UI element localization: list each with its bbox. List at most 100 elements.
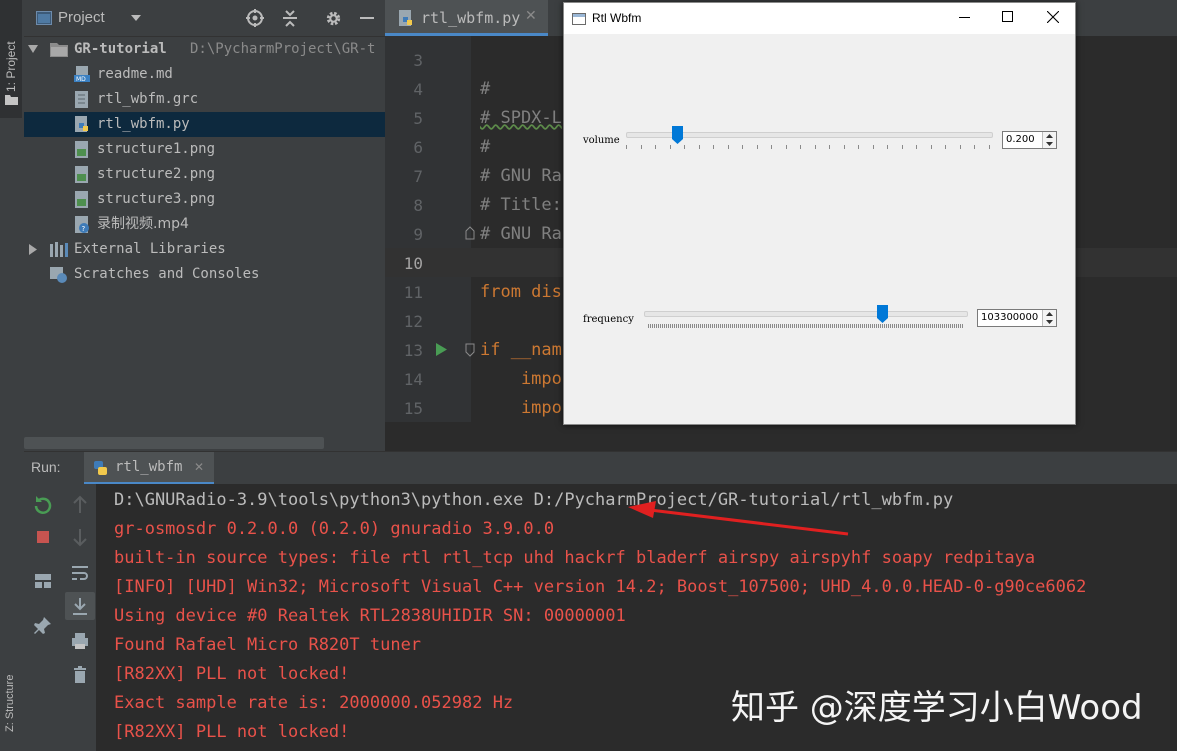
code-line: # GNU Ra	[480, 224, 562, 244]
project-tool-label: 1: Project	[4, 41, 18, 92]
print-icon[interactable]	[69, 630, 91, 652]
line-number: 15	[403, 399, 423, 418]
editor-tab[interactable]: rtl_wbfm.py ✕	[385, 0, 548, 36]
line-number: 7	[413, 167, 423, 186]
collapse-all-icon[interactable]	[282, 10, 298, 27]
spin-down-icon[interactable]	[1046, 142, 1053, 146]
tree-item-structure1[interactable]: structure1.png	[24, 137, 385, 162]
stop-icon[interactable]	[32, 526, 54, 548]
frequency-spinbox[interactable]: 103300000	[977, 309, 1057, 327]
tree-item-external-libraries[interactable]: External Libraries	[24, 237, 385, 262]
expand-arrow-right-icon[interactable]	[29, 244, 37, 255]
run-tab[interactable]: rtl_wbfm ✕	[84, 452, 214, 485]
python-file-icon	[75, 116, 88, 132]
code-line: if __nam	[480, 340, 562, 360]
code-line: # Title:	[480, 195, 562, 215]
fold-icon[interactable]	[465, 226, 475, 240]
line-number: 10	[403, 254, 423, 273]
tree-item-label: 录制视频.mp4	[97, 216, 189, 232]
image-file-icon	[75, 191, 88, 208]
minimize-icon[interactable]	[959, 17, 970, 19]
line-number: 13	[403, 341, 423, 360]
code-line: impo	[480, 369, 562, 389]
console-output-line: [R82XX] PLL not locked!	[114, 664, 350, 684]
close-icon[interactable]	[1047, 11, 1059, 23]
run-gutter-icon[interactable]	[436, 343, 447, 356]
project-horizontal-scrollbar[interactable]	[24, 437, 324, 449]
soft-wrap-icon[interactable]	[69, 562, 91, 584]
locate-icon[interactable]	[246, 9, 264, 27]
volume-spinbox[interactable]: 0.200	[1002, 131, 1057, 149]
rtl-wbfm-window[interactable]: Rtl Wbfm volume 0.200 frequency 10330000…	[563, 2, 1076, 425]
image-file-icon	[75, 166, 88, 183]
structure-tool-label: Z: Structure	[4, 674, 16, 732]
frequency-value: 103300000	[981, 312, 1039, 323]
gear-icon[interactable]	[325, 10, 342, 27]
spin-buttons[interactable]	[1042, 310, 1056, 326]
code-line: impo	[480, 398, 562, 418]
window-titlebar[interactable]: Rtl Wbfm	[564, 3, 1075, 34]
structure-tool-button[interactable]: Z: Structure	[0, 640, 22, 740]
tree-item-py[interactable]: rtl_wbfm.py	[24, 112, 385, 137]
tree-item-scratches[interactable]: Scratches and Consoles	[24, 262, 385, 287]
frequency-slider-handle[interactable]	[876, 305, 888, 323]
spin-up-icon[interactable]	[1046, 134, 1053, 138]
tree-item-label: structure2.png	[97, 166, 216, 182]
layout-icon[interactable]	[32, 570, 54, 592]
tree-item-label: rtl_wbfm.grc	[97, 91, 199, 107]
project-panel-header: Project	[24, 0, 385, 37]
line-number: 5	[413, 109, 423, 128]
console-output-line: built-in source types: file rtl rtl_tcp …	[114, 548, 1036, 568]
run-toolbar	[24, 484, 96, 751]
tree-item-structure3[interactable]: structure3.png	[24, 187, 385, 212]
minimize-panel-icon[interactable]	[360, 17, 374, 20]
line-number: 14	[403, 370, 423, 389]
project-tool-button[interactable]: 1: Project	[0, 0, 22, 118]
project-panel-title[interactable]: Project	[58, 9, 105, 26]
pin-icon[interactable]	[32, 614, 54, 636]
library-icon	[50, 242, 68, 257]
console-output-line: Exact sample rate is: 2000000.052982 Hz	[114, 693, 514, 713]
chevron-down-icon[interactable]	[131, 15, 141, 22]
maximize-icon[interactable]	[1002, 11, 1013, 22]
volume-label: volume	[583, 135, 620, 146]
expand-arrow-down-icon[interactable]	[28, 45, 38, 54]
tree-item-label: readme.md	[97, 66, 173, 82]
line-number: 8	[413, 196, 423, 215]
folder-icon	[5, 95, 18, 105]
window-title: Rtl Wbfm	[592, 11, 642, 25]
spin-down-icon[interactable]	[1046, 320, 1053, 324]
volume-slider-handle[interactable]	[671, 126, 683, 144]
scroll-to-end-icon[interactable]	[69, 595, 91, 617]
console-output-line: Found Rafael Micro R820T tuner	[114, 635, 422, 655]
code-line: # GNU Ra	[480, 166, 562, 186]
scroll-to-end-toggle[interactable]	[65, 592, 95, 620]
spin-buttons[interactable]	[1042, 132, 1056, 148]
folder-icon	[50, 43, 68, 57]
tree-item-video[interactable]: ? 录制视频.mp4	[24, 212, 385, 237]
trash-icon[interactable]	[69, 664, 91, 686]
console-output-line: [R82XX] PLL not locked!	[114, 722, 350, 742]
rerun-icon[interactable]	[32, 494, 54, 516]
fold-icon[interactable]	[465, 343, 475, 357]
arrow-down-icon[interactable]	[69, 526, 91, 548]
volume-slider-ticks	[626, 145, 990, 149]
tree-root-row[interactable]: GR-tutorial D:\PycharmProject\GR-t	[24, 37, 385, 62]
console-output-line: gr-osmosdr 0.2.0.0 (0.2.0) gnuradio 3.9.…	[114, 519, 555, 539]
close-icon[interactable]: ✕	[194, 460, 204, 474]
tree-item-readme[interactable]: MD readme.md	[24, 62, 385, 87]
watermark-text: 知乎 @深度学习小白Wood	[731, 688, 1143, 728]
tree-item-structure2[interactable]: structure2.png	[24, 162, 385, 187]
arrow-up-icon[interactable]	[69, 494, 91, 516]
unknown-file-icon: ?	[75, 216, 89, 233]
scratches-icon	[50, 267, 67, 283]
frequency-label: frequency	[583, 314, 634, 325]
spin-up-icon[interactable]	[1046, 312, 1053, 316]
line-number: 9	[413, 225, 423, 244]
tree-item-label: structure1.png	[97, 141, 216, 157]
frequency-slider-track[interactable]	[644, 311, 968, 317]
tree-item-grc[interactable]: rtl_wbfm.grc	[24, 87, 385, 112]
editor-tab-label: rtl_wbfm.py	[421, 9, 521, 27]
close-icon[interactable]: ✕	[525, 8, 537, 24]
line-number: 4	[413, 80, 423, 99]
